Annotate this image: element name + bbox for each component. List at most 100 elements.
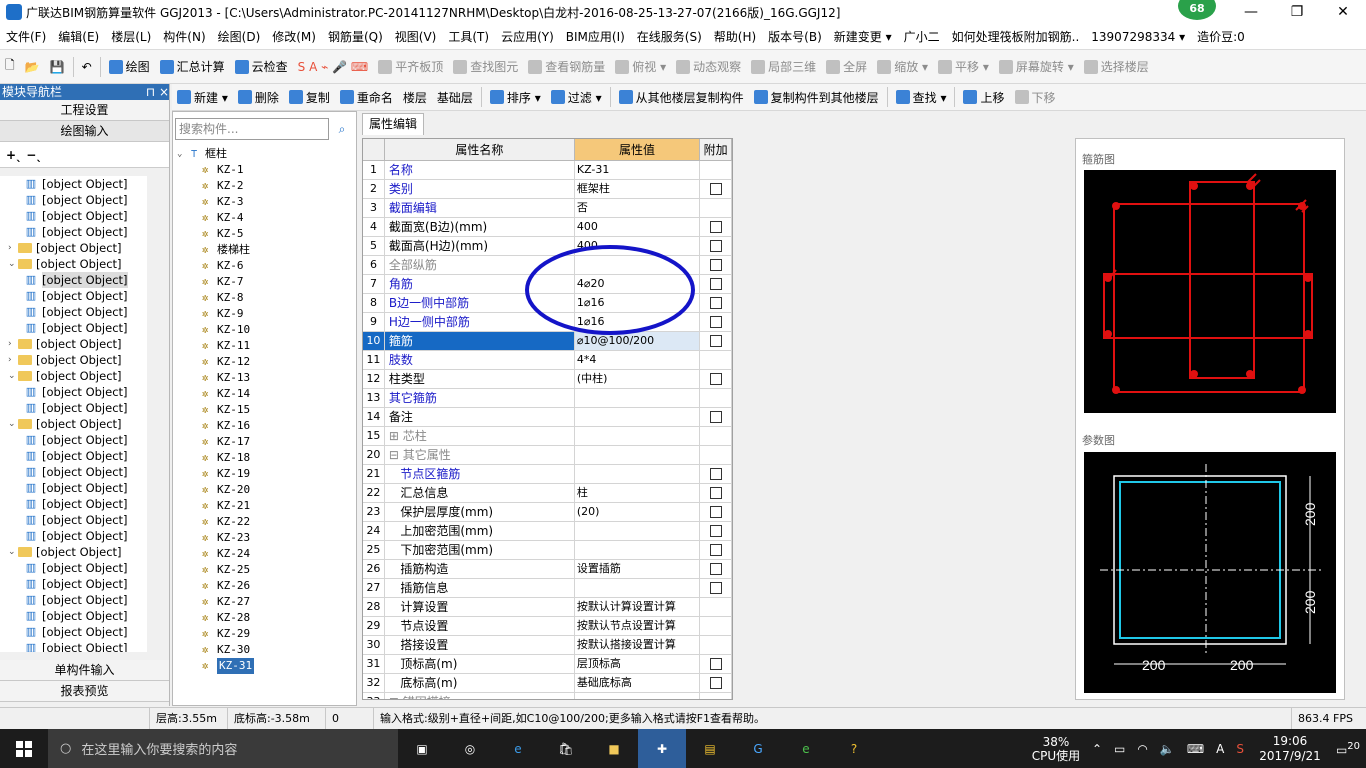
- nav-tree-item[interactable]: ▥ [object Object]: [0, 576, 162, 592]
- attach-cell[interactable]: [700, 636, 732, 654]
- attach-checkbox[interactable]: [709, 240, 722, 252]
- attach-checkbox[interactable]: [709, 544, 722, 556]
- nav-scrollbar[interactable]: [147, 176, 162, 652]
- component-item[interactable]: ✲ KZ-12: [177, 354, 355, 370]
- single-component-input-button[interactable]: 单构件输入: [0, 660, 169, 681]
- component-toolbar-button[interactable]: 排序 ▾: [485, 85, 546, 109]
- property-row[interactable]: 14 备注: [363, 408, 732, 427]
- toolbar-button[interactable]: 查找图元: [448, 55, 523, 79]
- component-toolbar-button[interactable]: 删除: [233, 85, 284, 109]
- component-item[interactable]: ✲ KZ-19: [177, 466, 355, 482]
- component-search-input[interactable]: 搜索构件...: [175, 118, 329, 140]
- close-button[interactable]: ✕: [1320, 0, 1366, 24]
- property-value[interactable]: [575, 427, 701, 445]
- nav-tree-item[interactable]: ⌄ [object Object]: [0, 368, 162, 384]
- menu-item[interactable]: 编辑(E): [52, 28, 105, 45]
- component-toolbar-button[interactable]: 复制: [284, 85, 335, 109]
- attach-checkbox[interactable]: [709, 468, 722, 480]
- attach-checkbox[interactable]: [709, 563, 722, 575]
- attach-checkbox[interactable]: [709, 259, 722, 271]
- attach-cell[interactable]: [700, 693, 732, 699]
- nav-tree-item[interactable]: ▥ [object Object]: [0, 320, 162, 336]
- nav-tree-item[interactable]: ▥ [object Object]: [0, 192, 162, 208]
- component-toolbar-button[interactable]: 楼层: [398, 85, 432, 109]
- nav-tree-item[interactable]: › [object Object]: [0, 336, 162, 352]
- property-row[interactable]: 31 顶标高(m) 层顶标高: [363, 655, 732, 674]
- toolbar-button[interactable]: 缩放 ▾: [872, 55, 933, 79]
- component-item[interactable]: ✲ KZ-2: [177, 178, 355, 194]
- property-row[interactable]: 1 名称 KZ-31: [363, 161, 732, 180]
- keyboard-icon[interactable]: ⌨: [1181, 742, 1210, 756]
- property-value[interactable]: [575, 579, 701, 597]
- attach-checkbox[interactable]: [709, 297, 722, 309]
- expand-icon[interactable]: ⌄: [8, 416, 18, 432]
- toolbar-button[interactable]: 汇总计算: [155, 55, 230, 79]
- new-file-icon[interactable]: 🗋: [0, 55, 20, 79]
- component-item[interactable]: ✲ KZ-5: [177, 226, 355, 242]
- property-value[interactable]: 柱: [575, 484, 701, 502]
- property-value[interactable]: 400: [575, 218, 701, 236]
- nav-tree-item[interactable]: ▥ [object Object]: [0, 480, 162, 496]
- help-app-icon[interactable]: ?: [830, 729, 878, 768]
- property-row[interactable]: 21 节点区箍筋: [363, 465, 732, 484]
- attach-cell[interactable]: [700, 655, 732, 673]
- component-item[interactable]: ✲ KZ-10: [177, 322, 355, 338]
- nav-tree-item[interactable]: ▥ [object Object]: [0, 432, 162, 448]
- component-item[interactable]: ✲ KZ-13: [177, 370, 355, 386]
- property-row[interactable]: 28 计算设置 按默认计算设置计算: [363, 598, 732, 617]
- ime-toolbar-icon[interactable]: S A ⌁ 🎤 ⌨: [293, 55, 374, 79]
- expand-icon[interactable]: ›: [8, 336, 18, 352]
- component-toolbar-button[interactable]: 上移: [958, 85, 1009, 109]
- toolbar-button[interactable]: 查看钢筋量: [523, 55, 610, 79]
- maximize-button[interactable]: ❐: [1274, 0, 1320, 24]
- search-icon[interactable]: ⌕: [331, 118, 353, 140]
- nav-tree-item[interactable]: ▥ [object Object]: [0, 592, 162, 608]
- attach-checkbox[interactable]: [709, 411, 722, 423]
- property-row[interactable]: 22 汇总信息柱: [363, 484, 732, 503]
- drawing-input-button[interactable]: 绘图输入: [0, 121, 169, 142]
- menu-item[interactable]: 广小二: [898, 28, 946, 45]
- nav-tree-item[interactable]: ▥ [object Object]: [0, 624, 162, 640]
- nav-tree-item[interactable]: ▥ [object Object]: [0, 496, 162, 512]
- menu-item[interactable]: 在线服务(S): [631, 28, 708, 45]
- wifi-icon[interactable]: ◠: [1131, 742, 1153, 756]
- property-value[interactable]: [575, 446, 701, 464]
- component-item[interactable]: ✲ KZ-27: [177, 594, 355, 610]
- component-item[interactable]: ✲ KZ-18: [177, 450, 355, 466]
- property-row[interactable]: 29 节点设置 按默认节点设置计算: [363, 617, 732, 636]
- property-value[interactable]: 层顶标高: [575, 655, 701, 673]
- property-value[interactable]: 否: [575, 199, 701, 217]
- notification-badge[interactable]: 68: [1178, 0, 1216, 20]
- attach-checkbox[interactable]: [709, 183, 722, 195]
- glodon-app-icon[interactable]: ✚: [638, 729, 686, 768]
- menu-item[interactable]: 视图(V): [389, 28, 443, 45]
- menu-item[interactable]: 楼层(L): [105, 28, 157, 45]
- property-value[interactable]: 框架柱: [575, 180, 701, 198]
- component-tree-root[interactable]: ⌄ ⊤ 框柱: [177, 146, 355, 162]
- toolbar-button[interactable]: 屏幕旋转 ▾: [994, 55, 1079, 79]
- property-value[interactable]: 按默认计算设置计算: [575, 598, 701, 616]
- expand-icon[interactable]: ›: [8, 240, 18, 256]
- property-value[interactable]: 设置插筋: [575, 560, 701, 578]
- attach-cell[interactable]: [700, 161, 732, 179]
- attach-cell[interactable]: [700, 617, 732, 635]
- toolbar-button[interactable]: 动态观察: [671, 55, 746, 79]
- attach-checkbox[interactable]: [709, 658, 722, 670]
- attach-checkbox[interactable]: [709, 506, 722, 518]
- component-toolbar-button[interactable]: 过滤 ▾: [546, 85, 607, 109]
- property-row[interactable]: 13 其它箍筋: [363, 389, 732, 408]
- component-item[interactable]: ✲ KZ-6: [177, 258, 355, 274]
- nav-tree-item[interactable]: ▥ [object Object]: [0, 528, 162, 544]
- attach-cell[interactable]: [700, 503, 732, 521]
- nav-tree-item[interactable]: ▥ [object Object]: [0, 208, 162, 224]
- attach-cell[interactable]: [700, 237, 732, 255]
- property-value[interactable]: (中柱): [575, 370, 701, 388]
- property-row[interactable]: 32 底标高(m) 基础底标高: [363, 674, 732, 693]
- property-value[interactable]: 基础底标高: [575, 674, 701, 692]
- taskbar-search-input[interactable]: ○ 在这里输入你要搜索的内容: [48, 729, 398, 768]
- expand-icon[interactable]: ⌄: [8, 544, 18, 560]
- attach-cell[interactable]: [700, 560, 732, 578]
- property-value[interactable]: [575, 693, 701, 699]
- nav-tree-item[interactable]: ▥ [object Object]: [0, 288, 162, 304]
- nav-tree-item[interactable]: ⌄ [object Object]: [0, 416, 162, 432]
